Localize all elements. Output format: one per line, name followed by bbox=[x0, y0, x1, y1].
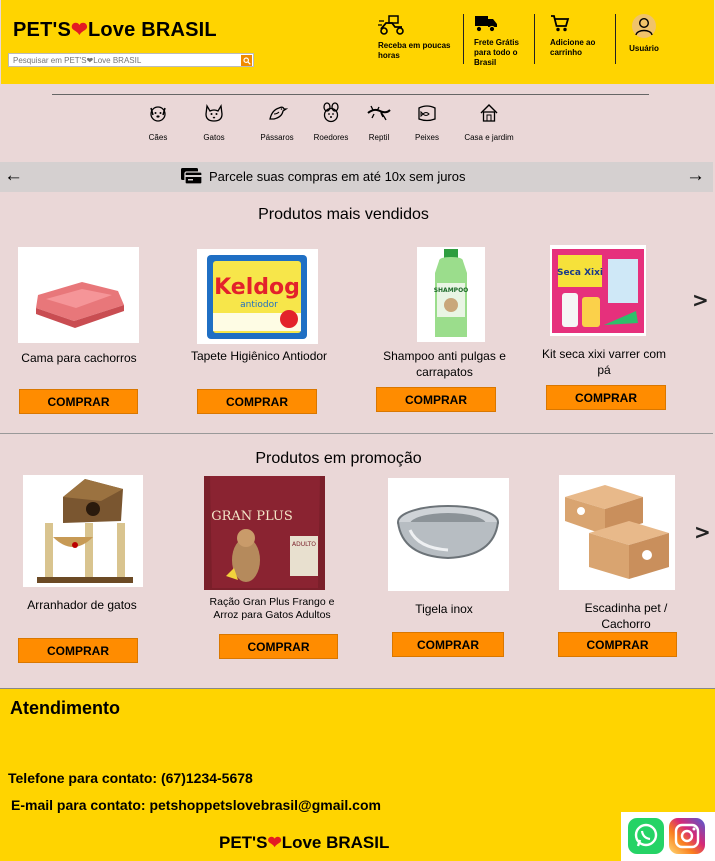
user-account[interactable]: Usuário bbox=[624, 14, 664, 54]
user-label: Usuário bbox=[629, 44, 659, 53]
contact-email[interactable]: E-mail para contato: petshoppetslovebras… bbox=[11, 797, 381, 813]
category-reptiles[interactable]: Reptil bbox=[363, 102, 395, 142]
fish-icon bbox=[418, 105, 436, 122]
whatsapp-icon[interactable] bbox=[628, 818, 664, 854]
house-icon bbox=[480, 104, 498, 122]
product-image-shampoo[interactable]: SHAMPOO bbox=[417, 247, 485, 342]
buy-button[interactable]: COMPRAR bbox=[392, 632, 504, 657]
cat-icon bbox=[205, 104, 223, 122]
brand-prefix: PET'S bbox=[219, 833, 268, 852]
user-icon bbox=[632, 14, 656, 38]
category-label: Peixes bbox=[414, 133, 439, 142]
support-title: Atendimento bbox=[10, 698, 120, 718]
category-home-garden[interactable]: Casa e jardim bbox=[459, 102, 519, 142]
free-shipping-info[interactable]: Frete Grátis para todo o Brasil bbox=[474, 14, 530, 68]
banner-next-arrow[interactable]: → bbox=[686, 166, 705, 186]
product-image-keldog-pad[interactable]: Keldog antiodor bbox=[197, 249, 318, 344]
category-label: Pássaros bbox=[260, 133, 294, 142]
product-image-cat-scratcher[interactable] bbox=[23, 475, 143, 587]
brand-prefix: PET'S bbox=[13, 19, 71, 41]
site-header: PET'S❤Love BRASIL Receba em poucas horas… bbox=[1, 0, 714, 84]
buy-button[interactable]: COMPRAR bbox=[558, 632, 677, 657]
granplus-brand-text: GRAN PLUS bbox=[211, 509, 293, 524]
buy-button[interactable]: COMPRAR bbox=[19, 389, 138, 414]
product-name[interactable]: Ração Gran Plus Frango e Arroz para Gato… bbox=[198, 596, 346, 622]
shampoo-label-text: SHAMPOO bbox=[434, 287, 469, 294]
category-label: Reptil bbox=[368, 133, 390, 142]
keldog-sub-text: antiodor bbox=[240, 300, 278, 310]
credit-card-icon bbox=[181, 168, 203, 185]
cart-icon bbox=[551, 15, 570, 32]
product-image-steel-bowl[interactable] bbox=[388, 478, 509, 591]
category-fish[interactable]: Peixes bbox=[411, 102, 443, 142]
granplus-variant-text: ADULTO bbox=[292, 541, 316, 548]
kit-brand-text: Seca Xixi bbox=[557, 268, 603, 278]
add-to-cart-info[interactable]: Adicione ao carrinho bbox=[550, 14, 612, 58]
best-sellers-next-arrow[interactable]: > bbox=[692, 288, 709, 312]
social-links bbox=[621, 812, 715, 861]
promotions-next-arrow[interactable]: > bbox=[694, 520, 711, 544]
category-dogs[interactable]: Cães bbox=[143, 102, 173, 142]
product-name[interactable]: Arranhador de gatos bbox=[12, 597, 152, 613]
footer-brand: PET'S❤Love BRASIL bbox=[219, 833, 389, 853]
banner-prev-arrow[interactable]: ← bbox=[4, 166, 23, 186]
add-to-cart-label: Adicione ao carrinho bbox=[550, 38, 596, 57]
product-image-dog-bed[interactable] bbox=[18, 247, 139, 343]
contact-phone: Telefone para contato: (67)1234-5678 bbox=[8, 770, 253, 786]
category-label: Casa e jardim bbox=[464, 133, 514, 142]
search-button[interactable] bbox=[241, 55, 252, 66]
product-name[interactable]: Shampoo anti pulgas e carrapatos bbox=[367, 348, 522, 380]
site-footer: Atendimento Telefone para contato: (67)1… bbox=[0, 688, 715, 861]
divider bbox=[615, 14, 616, 64]
category-birds[interactable]: Pássaros bbox=[256, 102, 298, 142]
buy-button[interactable]: COMPRAR bbox=[219, 634, 338, 659]
buy-button[interactable]: COMPRAR bbox=[546, 385, 666, 410]
divider bbox=[534, 14, 535, 64]
search-icon bbox=[242, 56, 251, 65]
instagram-icon[interactable] bbox=[669, 818, 705, 854]
product-name[interactable]: Kit seca xixi varrer com pá bbox=[534, 346, 674, 378]
promotions-title: Produtos em promoção bbox=[255, 450, 422, 467]
category-cats[interactable]: Gatos bbox=[199, 102, 229, 142]
product-name[interactable]: Tigela inox bbox=[388, 601, 500, 617]
product-image-pet-steps[interactable] bbox=[559, 475, 675, 590]
heart-icon: ❤ bbox=[267, 833, 282, 852]
buy-button[interactable]: COMPRAR bbox=[376, 387, 496, 412]
header-divider bbox=[52, 94, 649, 95]
buy-button[interactable]: COMPRAR bbox=[18, 638, 138, 663]
heart-icon: ❤ bbox=[71, 19, 88, 41]
category-label: Roedores bbox=[313, 133, 349, 142]
search-input[interactable] bbox=[9, 55, 239, 65]
product-name[interactable]: Tapete Higiênico Antiodor bbox=[176, 348, 342, 364]
fast-delivery-info[interactable]: Receba em poucas horas bbox=[378, 14, 460, 61]
section-divider bbox=[0, 433, 713, 434]
brand-suffix: Love BRASIL bbox=[87, 19, 217, 41]
bird-icon bbox=[269, 106, 288, 120]
truck-icon bbox=[475, 16, 497, 33]
rodent-icon bbox=[323, 102, 339, 123]
product-name[interactable]: Cama para cachorros bbox=[4, 350, 154, 366]
delivery-scooter-icon bbox=[378, 15, 404, 35]
fast-delivery-label: Receba em poucas horas bbox=[378, 41, 451, 60]
search-bar bbox=[8, 53, 254, 67]
product-name[interactable]: Escadinha pet / Cachorro bbox=[563, 600, 689, 632]
free-shipping-label: Frete Grátis para todo o Brasil bbox=[474, 38, 519, 67]
category-label: Gatos bbox=[203, 133, 225, 142]
category-label: Cães bbox=[148, 133, 168, 142]
keldog-brand-text: Keldog bbox=[214, 275, 300, 300]
product-image-gran-plus[interactable]: GRAN PLUS ADULTO bbox=[204, 476, 325, 590]
product-image-kit-seca-xixi[interactable]: Seca Xixi bbox=[550, 245, 646, 336]
brand-suffix: Love BRASIL bbox=[281, 833, 390, 852]
buy-button[interactable]: COMPRAR bbox=[197, 389, 317, 414]
divider bbox=[463, 14, 464, 64]
reptile-icon bbox=[367, 105, 391, 121]
best-sellers-title: Produtos mais vendidos bbox=[258, 206, 429, 223]
brand-logo[interactable]: PET'S❤Love BRASIL bbox=[13, 17, 217, 42]
dog-icon bbox=[150, 106, 166, 122]
installments-banner: ← Parcele suas compras em até 10x sem ju… bbox=[0, 162, 713, 192]
banner-text: Parcele suas compras em até 10x sem juro… bbox=[209, 169, 466, 184]
category-rodents[interactable]: Roedores bbox=[310, 102, 352, 142]
